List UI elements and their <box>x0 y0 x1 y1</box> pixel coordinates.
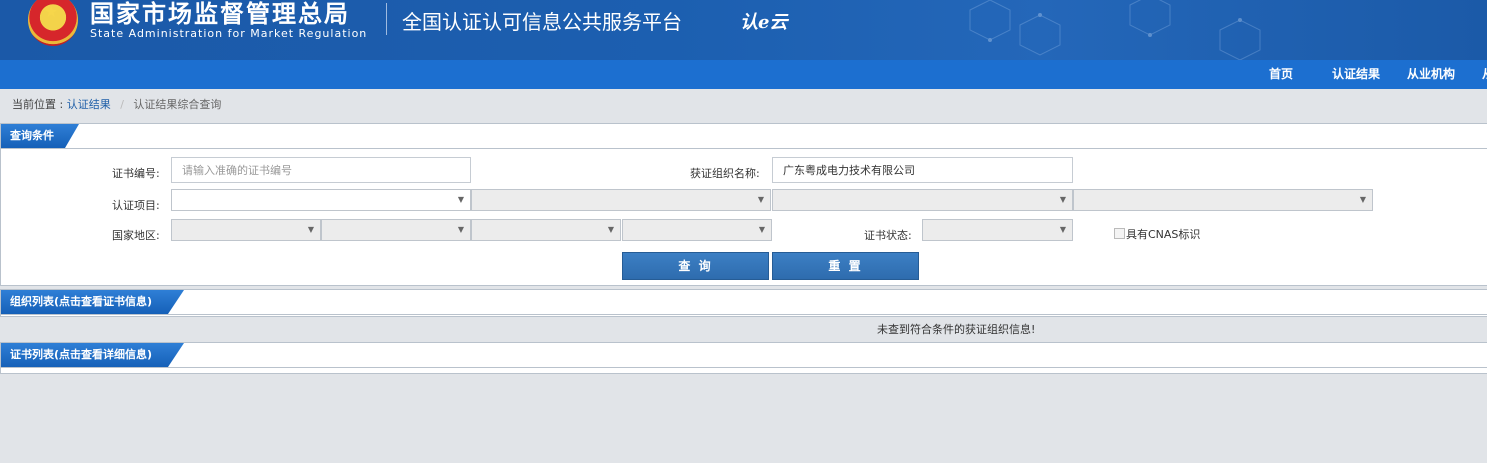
query-panel-header: 查询条件 <box>1 124 1487 149</box>
breadcrumb-current: 认证结果综合查询 <box>133 98 222 111</box>
region-select-2[interactable]: ▼ <box>321 219 471 241</box>
org-name-input[interactable] <box>772 157 1073 183</box>
nav-item-institutions[interactable]: 从业机构 <box>1407 60 1455 89</box>
region-label: 国家地区: <box>112 229 160 242</box>
reset-button[interactable]: 重 置 <box>772 252 919 280</box>
search-button[interactable]: 查 询 <box>622 252 769 280</box>
chevron-down-icon: ▼ <box>307 225 314 234</box>
national-emblem-icon: ★ <box>28 0 78 46</box>
hexagon-pattern <box>969 0 1261 60</box>
cert-no-input[interactable] <box>171 157 471 183</box>
chevron-down-icon: ▼ <box>757 195 764 204</box>
platform-title: 全国认证认可信息公共服务平台 <box>402 10 682 34</box>
chevron-down-icon: ▼ <box>457 195 464 204</box>
org-list-empty-message: 未查到符合条件的获证组织信息! <box>877 323 1036 336</box>
region-select-1[interactable]: ▼ <box>171 219 321 241</box>
site-header: ★ 国家市场监督管理总局 State Administration for Ma… <box>0 0 1487 60</box>
cert-list-panel: 证书列表(点击查看详细信息) <box>0 342 1487 374</box>
agency-name-cn: 国家市场监督管理总局 <box>90 0 350 28</box>
main-nav: 首页 认证结果 从业机构 从 <box>0 60 1487 89</box>
breadcrumb-separator: / <box>120 98 124 111</box>
cert-list-title: 证书列表(点击查看详细信息) <box>1 343 184 367</box>
cnas-checkbox-group[interactable]: 具有CNAS标识 <box>1114 226 1200 242</box>
chevron-down-icon: ▼ <box>1359 195 1366 204</box>
org-name-label: 获证组织名称: <box>690 167 760 180</box>
breadcrumb-prefix: 当前位置 : <box>12 98 64 111</box>
project-select-1[interactable]: ▼ <box>171 189 471 211</box>
chevron-down-icon: ▼ <box>1059 195 1066 204</box>
star-icon: ★ <box>44 2 59 21</box>
region-select-4[interactable]: ▼ <box>622 219 772 241</box>
breadcrumb-link-cert-results[interactable]: 认证结果 <box>67 98 111 111</box>
cert-no-label: 证书编号: <box>112 167 160 180</box>
project-select-4[interactable]: ▼ <box>1073 189 1373 211</box>
region-select-3[interactable]: ▼ <box>471 219 621 241</box>
cert-list-header: 证书列表(点击查看详细信息) <box>1 343 1487 368</box>
nav-item-more[interactable]: 从 <box>1482 60 1487 89</box>
platform-logo: 认e云 <box>740 12 788 33</box>
project-label: 认证项目: <box>112 199 160 212</box>
query-panel-title: 查询条件 <box>1 124 79 148</box>
cnas-checkbox-label: 具有CNAS标识 <box>1126 228 1201 241</box>
agency-name-en: State Administration for Market Regulati… <box>90 27 368 40</box>
cnas-checkbox[interactable] <box>1114 228 1125 239</box>
breadcrumb: 当前位置 : 认证结果 / 认证结果综合查询 <box>12 96 221 112</box>
org-list-header: 组织列表(点击查看证书信息) <box>1 290 1487 315</box>
status-label: 证书状态: <box>864 229 912 242</box>
chevron-down-icon: ▼ <box>758 225 765 234</box>
status-select[interactable]: ▼ <box>922 219 1073 241</box>
chevron-down-icon: ▼ <box>607 225 614 234</box>
chevron-down-icon: ▼ <box>1059 225 1066 234</box>
header-divider <box>386 3 387 35</box>
project-select-3[interactable]: ▼ <box>772 189 1073 211</box>
nav-item-cert-results[interactable]: 认证结果 <box>1332 60 1380 89</box>
chevron-down-icon: ▼ <box>457 225 464 234</box>
org-list-panel: 组织列表(点击查看证书信息) <box>0 289 1487 317</box>
project-select-2[interactable]: ▼ <box>471 189 771 211</box>
org-list-title: 组织列表(点击查看证书信息) <box>1 290 184 314</box>
nav-item-home[interactable]: 首页 <box>1269 60 1293 89</box>
